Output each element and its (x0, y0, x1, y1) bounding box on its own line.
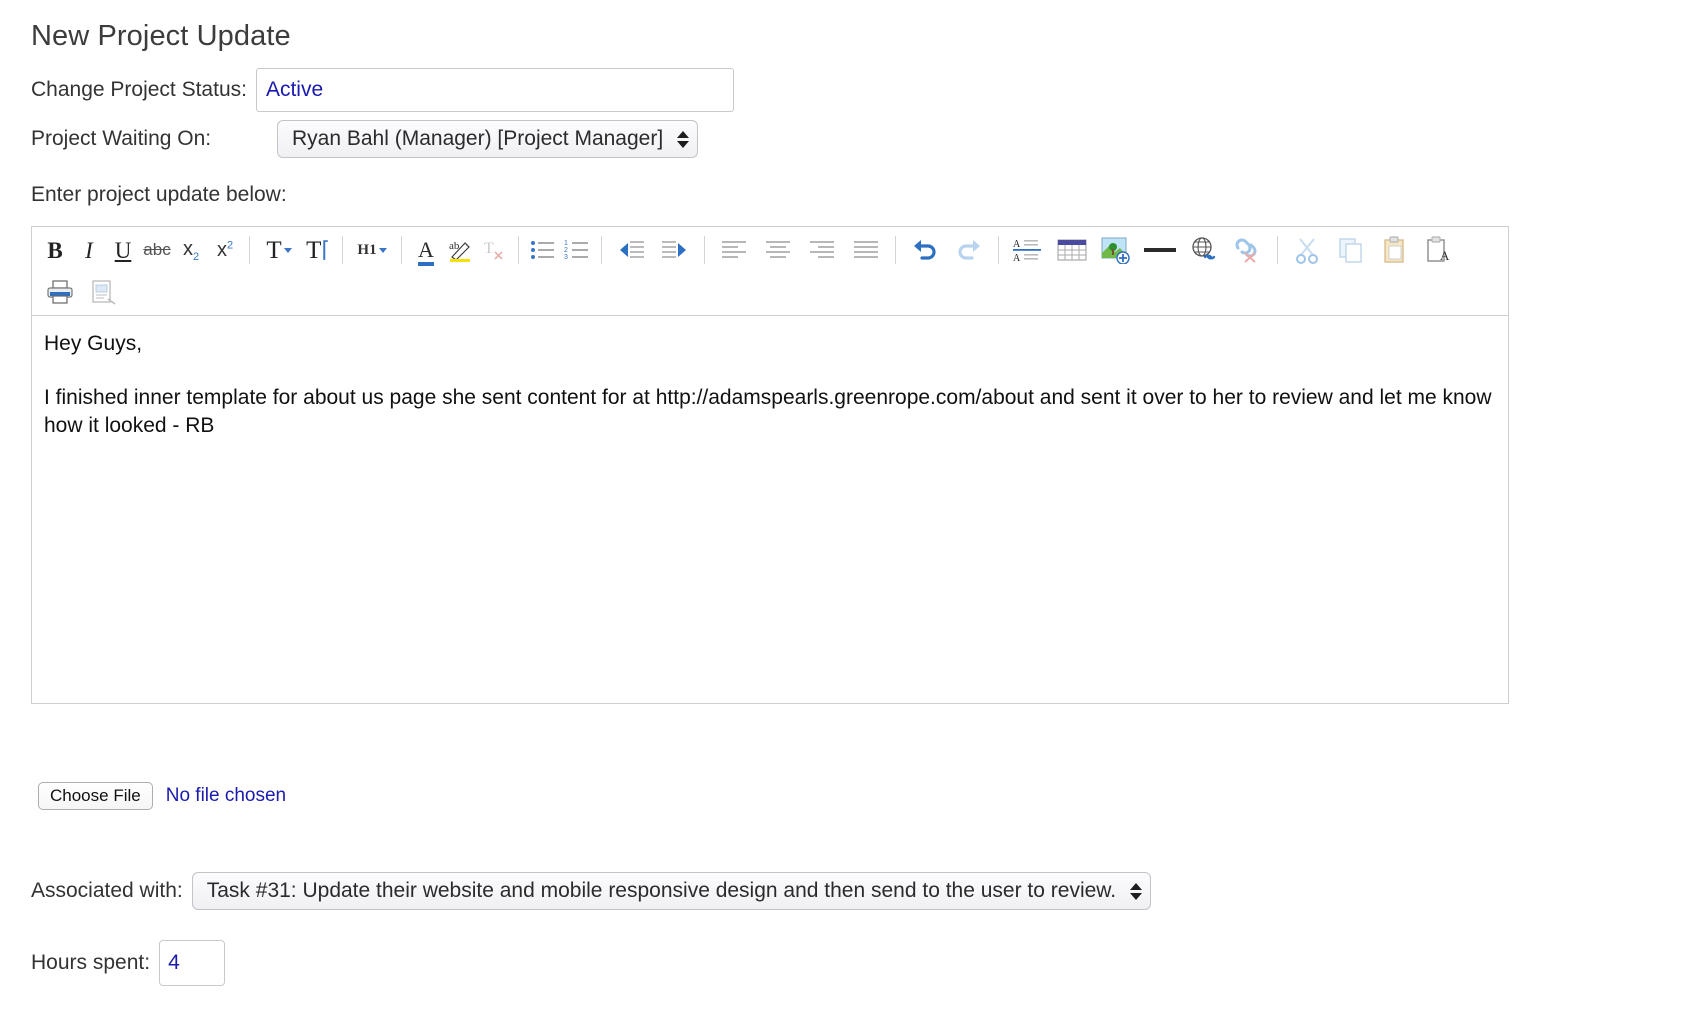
undo-icon[interactable] (903, 233, 947, 267)
unlink-icon[interactable] (1226, 233, 1270, 267)
change-project-status-input[interactable] (255, 68, 734, 112)
horizontal-rule-icon[interactable] (1138, 233, 1182, 267)
file-status-text: No file chosen (165, 785, 287, 806)
chevron-updown-icon (1128, 882, 1144, 900)
project-update-form: New Project Update Change Project Status… (0, 0, 1686, 1032)
align-left-icon[interactable] (712, 233, 756, 267)
toolbar-separator (895, 236, 896, 264)
cut-icon[interactable] (1285, 233, 1329, 267)
font-family-icon[interactable]: T ⌈ (301, 233, 335, 267)
chevron-updown-icon (675, 130, 691, 148)
project-waiting-on-label: Project Waiting On: (31, 127, 212, 150)
bulleted-list-icon[interactable] (526, 233, 560, 267)
toolbar-separator (401, 236, 402, 264)
svg-text:1: 1 (564, 240, 568, 247)
hours-spent-row: Hours spent: (31, 940, 226, 986)
svg-text:A: A (1013, 253, 1021, 263)
toolbar-row-1: B I U abc x2 x2 T T ⌈ H1 A ab T 1 2 3 A … (32, 229, 1508, 271)
svg-text:A: A (1013, 239, 1021, 250)
editor-toolbar: B I U abc x2 x2 T T ⌈ H1 A ab T 1 2 3 A … (32, 227, 1508, 316)
align-center-icon[interactable] (756, 233, 800, 267)
choose-file-button[interactable]: Choose File (38, 782, 153, 810)
toolbar-separator (249, 236, 250, 264)
change-project-status-label: Change Project Status: (31, 78, 247, 101)
print-icon[interactable] (38, 275, 82, 309)
text-color-icon[interactable]: A (409, 233, 443, 267)
indent-icon[interactable] (653, 233, 697, 267)
align-right-icon[interactable] (800, 233, 844, 267)
associated-with-select[interactable]: Task #31: Update their website and mobil… (191, 872, 1152, 910)
subscript-icon[interactable]: x2 (174, 233, 208, 267)
svg-text:3: 3 (564, 254, 568, 261)
hours-spent-input[interactable] (159, 940, 226, 986)
toolbar-separator (342, 236, 343, 264)
editor-content-area[interactable]: Hey Guys, I finished inner template for … (32, 316, 1508, 792)
insert-table-icon[interactable] (1050, 233, 1094, 267)
toolbar-separator (1277, 236, 1278, 264)
project-waiting-on-value: Ryan Bahl (Manager) [Project Manager] (292, 127, 664, 150)
font-size-icon[interactable]: T (257, 233, 301, 267)
paste-as-text-icon[interactable]: A (1417, 233, 1461, 267)
toolbar-separator (518, 236, 519, 264)
insert-link-icon[interactable] (1182, 233, 1226, 267)
svg-text:2: 2 (564, 247, 568, 254)
italic-icon[interactable]: I (72, 233, 106, 267)
toolbar-row-2 (32, 271, 1508, 313)
update-prompt-label: Enter project update below: (31, 183, 287, 206)
hours-spent-label: Hours spent: (31, 951, 151, 974)
insert-image-icon[interactable] (1094, 233, 1138, 267)
strikethrough-icon[interactable]: abc (140, 233, 174, 267)
copy-icon[interactable] (1329, 233, 1373, 267)
numbered-list-icon[interactable]: 1 2 3 (560, 233, 594, 267)
editor-paragraph: I finished inner template for about us p… (44, 385, 1492, 437)
associated-with-value: Task #31: Update their website and mobil… (206, 879, 1117, 902)
remove-format-icon[interactable]: T (477, 233, 511, 267)
svg-text:A: A (1440, 248, 1450, 263)
project-waiting-on-select[interactable]: Ryan Bahl (Manager) [Project Manager] (277, 120, 699, 158)
associated-with-label: Associated with: (31, 879, 183, 902)
toolbar-separator (998, 236, 999, 264)
editor-paragraph: Hey Guys, (44, 332, 143, 355)
associated-with-row: Associated with: Task #31: Update their … (31, 872, 1152, 910)
bold-icon[interactable]: B (38, 233, 72, 267)
superscript-icon[interactable]: x2 (208, 233, 242, 267)
file-upload-row: Choose File No file chosen (38, 782, 286, 810)
change-project-status-row: Change Project Status: (31, 68, 734, 112)
redo-icon[interactable] (947, 233, 991, 267)
underline-icon[interactable]: U (106, 233, 140, 267)
heading-format-icon[interactable]: H1 (350, 233, 394, 267)
align-justify-icon[interactable] (844, 233, 888, 267)
outdent-icon[interactable] (609, 233, 653, 267)
project-waiting-on-row: Project Waiting On: Ryan Bahl (Manager) … (31, 120, 699, 158)
svg-text:T: T (484, 240, 494, 257)
toolbar-separator (601, 236, 602, 264)
page-title: New Project Update (31, 20, 291, 52)
rich-text-editor: B I U abc x2 x2 T T ⌈ H1 A ab T 1 2 3 A … (31, 226, 1509, 704)
highlight-color-icon[interactable]: ab (443, 233, 477, 267)
preview-icon[interactable] (82, 275, 126, 309)
paste-icon[interactable] (1373, 233, 1417, 267)
line-height-icon[interactable]: A A (1006, 233, 1050, 267)
toolbar-separator (704, 236, 705, 264)
